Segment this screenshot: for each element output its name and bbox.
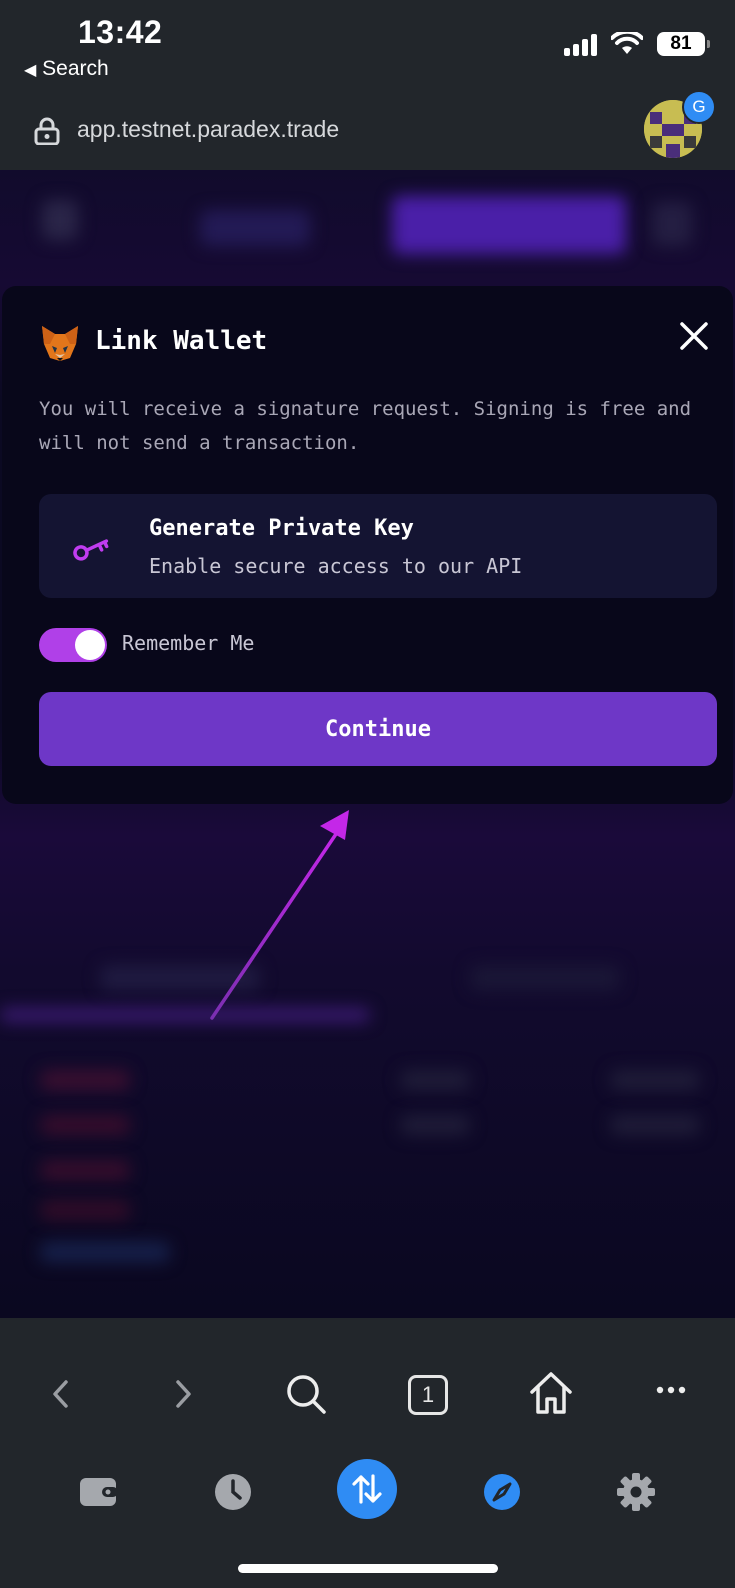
swap-button[interactable] [337,1459,397,1519]
blurred-row-shape [400,1115,470,1135]
blurred-row-shape [400,1070,470,1090]
key-icon [73,539,109,561]
back-icon[interactable] [46,1376,76,1412]
lock-icon [34,117,60,145]
link-wallet-modal: Link Wallet You will receive a signature… [2,286,733,804]
blurred-row-shape [40,1160,130,1180]
option-subtitle: Enable secure access to our API [149,554,523,578]
search-icon[interactable] [284,1372,328,1416]
modal-title: Link Wallet [95,326,268,356]
tab-count: 1 [421,1382,435,1407]
continue-button[interactable]: Continue [39,692,717,766]
blurred-menu-shape [42,200,78,240]
forward-icon[interactable] [168,1376,198,1412]
address-bar[interactable]: app.testnet.paradex.trade G [0,90,735,171]
blurred-logo-shape [200,210,310,246]
settings-icon[interactable] [616,1472,656,1512]
blurred-button-shape [392,196,626,254]
generate-private-key-option[interactable]: Generate Private Key Enable secure acces… [39,494,717,598]
status-icons: 81 [564,32,710,56]
wallet-icon[interactable] [78,1474,120,1510]
cellular-signal-icon [564,32,597,56]
metamask-fox-icon [42,326,78,361]
battery-icon: 81 [657,32,710,56]
home-indicator[interactable] [238,1564,498,1573]
swap-icon [352,1474,382,1504]
blurred-row-shape [40,1115,130,1135]
blurred-row-shape [40,1200,130,1220]
tabs-icon[interactable]: 1 [408,1375,448,1415]
remember-me-label: Remember Me [122,631,255,655]
battery-level: 81 [670,33,692,54]
back-to-search-link[interactable]: ◀ Search [24,57,109,81]
blurred-tab-shape [470,965,620,991]
blurred-row-shape [610,1070,700,1090]
wifi-icon [611,32,643,54]
blurred-tab-shape [100,965,260,991]
blurred-underline-shape [0,1008,370,1022]
home-icon[interactable] [528,1370,574,1416]
history-icon[interactable] [213,1472,253,1512]
back-triangle-icon: ◀ [24,62,37,79]
close-icon[interactable] [678,320,710,352]
status-bar: 13:42 ◀ Search 81 [0,0,735,92]
back-to-search-label: Search [42,57,109,80]
option-title: Generate Private Key [149,516,414,541]
remember-me-toggle[interactable] [39,628,107,662]
blurred-icon-shape [652,202,692,246]
account-badge: G [682,90,716,124]
status-time: 13:42 [78,14,163,50]
explore-icon[interactable] [482,1472,522,1512]
more-icon[interactable] [656,1384,686,1396]
modal-description: You will receive a signature request. Si… [39,398,692,454]
blurred-row-shape [610,1115,700,1135]
blurred-row-shape [40,1242,170,1262]
blurred-row-shape [40,1070,130,1090]
browser-toolbar: 1 [0,1318,735,1588]
page-url: app.testnet.paradex.trade [77,116,340,142]
